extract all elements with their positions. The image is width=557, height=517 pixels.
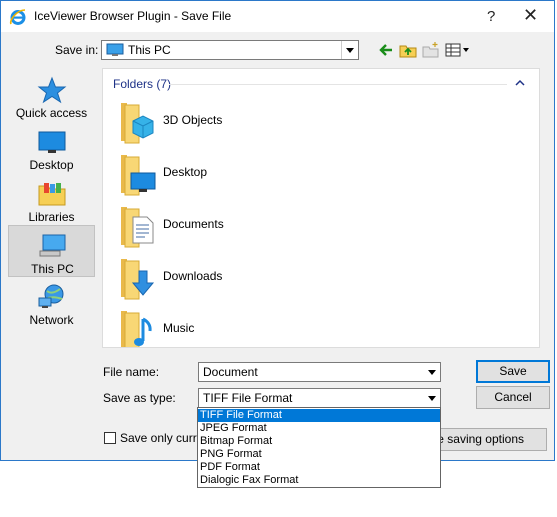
cancel-button[interactable]: Cancel — [476, 386, 550, 409]
desktop-folder-icon — [121, 155, 156, 196]
libraries-icon — [38, 183, 66, 206]
option-png[interactable]: PNG Format — [198, 448, 440, 461]
save-file-dialog: IceViewer Browser Plugin - Save File ? ✕… — [0, 0, 555, 461]
title-bar: IceViewer Browser Plugin - Save File ? ✕ — [1, 1, 554, 32]
group-header: Folders (7) — [113, 77, 172, 91]
chevron-down-icon[interactable] — [423, 389, 440, 407]
computer-icon — [106, 43, 124, 56]
downloads-folder-icon — [121, 259, 155, 300]
help-button[interactable]: ? — [487, 8, 495, 25]
item-name: 3D Objects — [163, 113, 223, 127]
place-quick-access[interactable]: Quick access — [8, 70, 95, 122]
item-name: Music — [163, 321, 195, 335]
save-in-label: Save in: — [55, 43, 99, 57]
close-button[interactable]: ✕ — [523, 5, 538, 26]
chevron-down-icon[interactable] — [423, 363, 440, 381]
ie-logo-icon — [9, 9, 26, 25]
place-this-pc[interactable]: This PC — [8, 225, 95, 277]
back-arrow-icon[interactable] — [378, 41, 394, 59]
save-as-type-value: TIFF File Format — [203, 391, 293, 405]
item-name: Documents — [163, 217, 224, 231]
place-label: This PC — [31, 262, 74, 276]
up-folder-icon[interactable] — [399, 41, 417, 59]
place-label: Desktop — [29, 158, 74, 172]
save-only-current-checkbox[interactable] — [104, 432, 116, 444]
music-folder-icon — [121, 311, 152, 347]
option-jpeg[interactable]: JPEG Format — [198, 422, 440, 435]
save-button[interactable]: Save — [476, 360, 550, 383]
chevron-down-icon[interactable] — [341, 41, 358, 59]
option-bitmap[interactable]: Bitmap Format — [198, 435, 440, 448]
save-as-type-label: Save as type: — [103, 391, 176, 405]
list-item-downloads[interactable]: Downloads — [113, 253, 413, 301]
3d-objects-folder-icon — [121, 103, 154, 144]
save-only-current-label: Save only curre — [120, 431, 204, 445]
save-as-type-combobox[interactable]: TIFF File Format — [198, 388, 441, 408]
group-divider — [169, 84, 507, 85]
list-item-music[interactable]: Music — [113, 305, 413, 347]
file-list[interactable]: Folders (7) 3D Objects Desktop Documents… — [102, 68, 540, 348]
chevron-up-icon[interactable] — [515, 79, 525, 86]
save-in-value: This PC — [128, 43, 171, 57]
save-as-type-dropdown-list: TIFF File Format JPEG Format Bitmap Form… — [197, 407, 441, 488]
computer-icon — [39, 234, 66, 257]
star-icon — [37, 76, 67, 104]
option-pdf[interactable]: PDF Format — [198, 461, 440, 474]
place-label: Quick access — [15, 106, 88, 120]
documents-folder-icon — [121, 207, 154, 248]
list-item-desktop[interactable]: Desktop — [113, 149, 413, 197]
place-network[interactable]: Network — [8, 277, 95, 329]
save-in-combobox[interactable]: This PC — [101, 40, 359, 60]
place-label: Network — [29, 313, 74, 327]
item-name: Desktop — [163, 165, 208, 179]
file-name-label: File name: — [103, 365, 160, 379]
view-menu-icon[interactable] — [445, 41, 471, 59]
list-item-3d-objects[interactable]: 3D Objects — [113, 97, 413, 145]
item-name: Downloads — [163, 269, 223, 283]
places-bar: Quick access Desktop Libraries This PC N… — [8, 68, 95, 348]
place-label: Libraries — [28, 210, 75, 224]
place-desktop[interactable]: Desktop — [8, 122, 95, 174]
desktop-icon — [38, 131, 66, 153]
list-item-documents[interactable]: Documents — [113, 201, 413, 249]
place-libraries[interactable]: Libraries — [8, 174, 95, 226]
file-name-combobox[interactable]: Document — [198, 362, 441, 382]
option-tiff[interactable]: TIFF File Format — [198, 409, 440, 422]
window-title: IceViewer Browser Plugin - Save File — [34, 9, 232, 23]
file-name-value[interactable]: Document — [203, 365, 258, 379]
new-folder-icon[interactable] — [422, 41, 440, 59]
option-dialogic-fax[interactable]: Dialogic Fax Format — [198, 474, 440, 487]
network-icon — [38, 284, 64, 308]
